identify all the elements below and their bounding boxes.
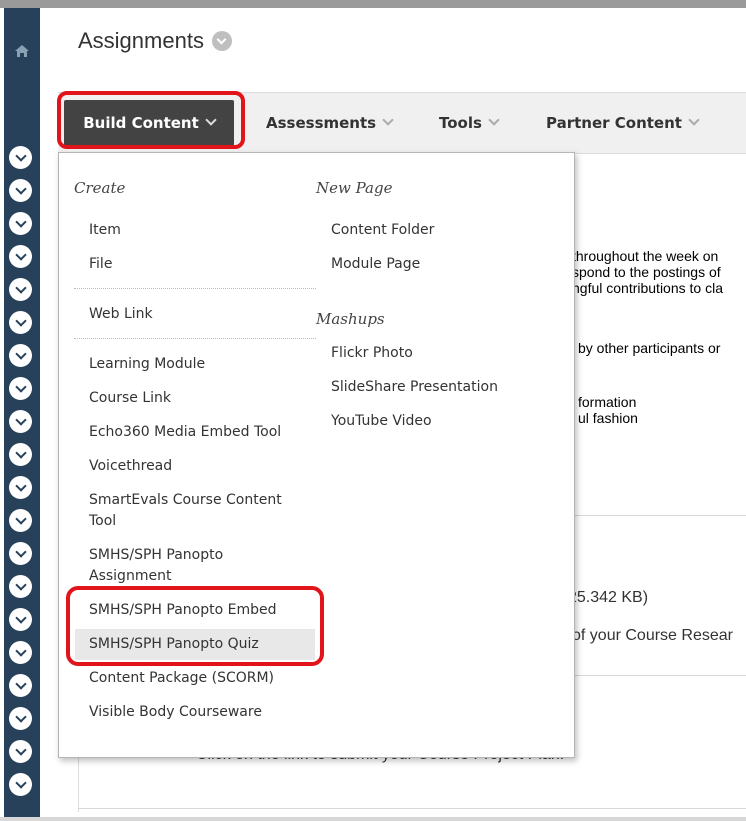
menu-item-module-page[interactable]: Module Page xyxy=(331,254,551,275)
build-content-menu: Create New Page Item File Web Link Learn… xyxy=(58,152,575,758)
menu-item-scorm[interactable]: Content Package (SCORM) xyxy=(89,668,309,689)
menu-item-visible-body[interactable]: Visible Body Courseware xyxy=(89,702,309,723)
chevron-down-icon[interactable] xyxy=(9,740,32,763)
chevron-down-icon[interactable] xyxy=(9,575,32,598)
menu-item-learning-module[interactable]: Learning Module xyxy=(89,354,309,375)
assignment-description: ngful contributions to cla xyxy=(572,280,723,296)
highlight-annotation xyxy=(66,586,324,666)
create-section-title: Create xyxy=(74,179,126,197)
window-frame-bottom xyxy=(0,817,746,821)
mashups-section-title: Mashups xyxy=(316,310,385,328)
chevron-down-icon xyxy=(382,114,394,126)
menu-item-slideshare[interactable]: SlideShare Presentation xyxy=(331,377,551,398)
assignment-description: formation xyxy=(578,394,637,410)
assignment-description: of your Course Resear xyxy=(572,627,733,644)
partner-content-label: Partner Content xyxy=(546,114,682,132)
menu-item-smartevals[interactable]: SmartEvals Course Content Tool xyxy=(89,490,309,532)
home-icon xyxy=(15,45,29,57)
home-button[interactable] xyxy=(4,8,40,94)
chevron-down-icon xyxy=(488,114,500,126)
menu-item-file[interactable]: File xyxy=(89,254,309,275)
menu-item-course-link[interactable]: Course Link xyxy=(89,388,309,409)
chevron-down-icon[interactable] xyxy=(9,311,32,334)
chevron-down-icon[interactable] xyxy=(9,245,32,268)
chevron-down-icon[interactable] xyxy=(9,707,32,730)
chevron-down-icon[interactable] xyxy=(9,542,32,565)
chevron-down-icon[interactable] xyxy=(9,344,32,367)
course-nav-rail xyxy=(4,8,40,821)
new-page-section-title: New Page xyxy=(316,179,393,197)
assignment-description: throughout the week on xyxy=(572,248,719,264)
assessments-label: Assessments xyxy=(266,114,377,132)
assignment-description: by other participants or xyxy=(578,340,721,356)
divider xyxy=(78,808,746,809)
chevron-down-icon[interactable] xyxy=(9,443,32,466)
chevron-down-icon[interactable] xyxy=(9,608,32,631)
chevron-down-icon[interactable] xyxy=(9,641,32,664)
tools-button[interactable]: Tools xyxy=(439,93,500,153)
chevron-down-icon[interactable] xyxy=(9,509,32,532)
partner-content-button[interactable]: Partner Content xyxy=(546,93,700,153)
chevron-down-icon[interactable] xyxy=(9,476,32,499)
assignment-description: ul fashion xyxy=(578,410,638,426)
chevron-down-icon[interactable] xyxy=(9,179,32,202)
chevron-down-icon[interactable] xyxy=(9,377,32,400)
tools-label: Tools xyxy=(439,114,482,132)
page-title-text: Assignments xyxy=(78,28,204,53)
chevron-down-icon[interactable] xyxy=(9,146,32,169)
menu-item-web-link[interactable]: Web Link xyxy=(89,304,309,325)
menu-item-voicethread[interactable]: Voicethread xyxy=(89,456,309,477)
page-title: Assignments xyxy=(78,28,232,54)
highlight-annotation xyxy=(57,91,245,149)
window-frame-top xyxy=(0,0,746,8)
menu-separator xyxy=(74,288,316,289)
page-options-chevron-icon[interactable] xyxy=(211,31,232,51)
menu-item-item[interactable]: Item xyxy=(89,220,309,241)
chevron-down-icon[interactable] xyxy=(9,278,32,301)
chevron-down-icon[interactable] xyxy=(9,212,32,235)
chevron-down-icon[interactable] xyxy=(9,410,32,433)
menu-item-youtube-video[interactable]: YouTube Video xyxy=(331,411,551,432)
menu-item-content-folder[interactable]: Content Folder xyxy=(331,220,551,241)
attachment-size: 25.342 KB) xyxy=(568,589,649,606)
menu-item-flickr-photo[interactable]: Flickr Photo xyxy=(331,343,551,364)
chevron-down-icon[interactable] xyxy=(9,674,32,697)
assignment-description: spond to the postings of xyxy=(572,264,721,280)
chevron-down-icon xyxy=(688,114,700,126)
menu-item-echo360[interactable]: Echo360 Media Embed Tool xyxy=(89,422,309,443)
menu-item-panopto-assignment[interactable]: SMHS/SPH Panopto Assignment xyxy=(89,545,309,587)
assessments-button[interactable]: Assessments xyxy=(266,93,394,153)
chevron-down-icon[interactable] xyxy=(9,773,32,796)
menu-separator xyxy=(74,338,316,339)
